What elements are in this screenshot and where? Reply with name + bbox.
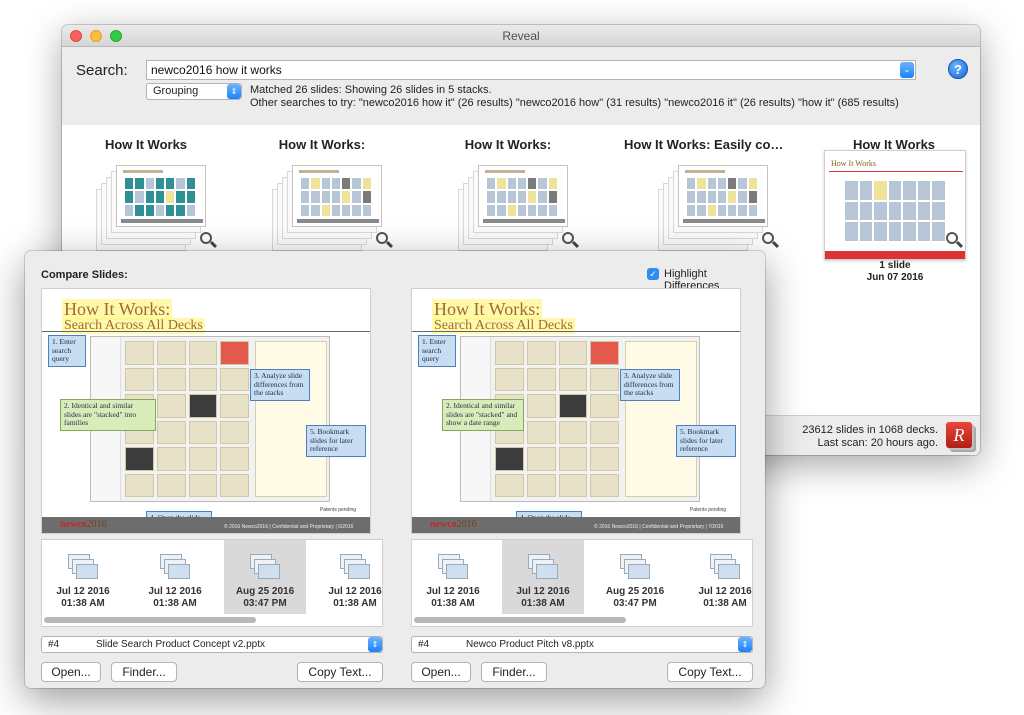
slide-title: How It Works: xyxy=(432,299,543,320)
version-thumb[interactable]: Jul 12 2016 01:38 AM xyxy=(42,540,124,614)
brand-logo: newco2016 xyxy=(430,519,477,530)
match-summary: Matched 26 slides: Showing 26 slides in … xyxy=(250,84,492,96)
compare-pane-right: How It Works: Search Across All Decks 1.… xyxy=(411,288,753,684)
deck-file-name: Newco Product Pitch v8.pptx xyxy=(466,639,594,650)
callout-3: 3. Analyze slide differences from the st… xyxy=(620,369,680,401)
copy-text-button[interactable]: Copy Text... xyxy=(297,662,383,682)
title-bar[interactable]: Reveal xyxy=(62,25,980,47)
stacked-slide-card xyxy=(292,165,382,227)
slide-stack-icon xyxy=(160,554,190,580)
horizontal-scrollbar[interactable] xyxy=(414,617,626,623)
slide-number: #4 xyxy=(48,639,60,650)
open-button[interactable]: Open... xyxy=(41,662,101,682)
stack-title: How It Works: xyxy=(278,137,366,152)
slide-footer: © 2016 Newco2016 | Confidential and Prop… xyxy=(594,524,724,530)
search-history-dropdown[interactable]: ⌄ xyxy=(900,62,914,78)
slide-count-status: 23612 slides in 1068 decks. xyxy=(802,424,938,436)
version-thumb-selected[interactable]: Aug 25 2016 03:47 PM xyxy=(224,540,306,614)
zoom-icon[interactable] xyxy=(376,232,394,250)
zoom-icon[interactable] xyxy=(762,232,780,250)
callout-2: 2. Identical and similar slides are "sta… xyxy=(60,399,156,431)
stack-title: How It Works xyxy=(104,137,188,152)
version-thumb[interactable]: Aug 25 2016 03:47 PM xyxy=(594,540,676,614)
stacked-slide-card xyxy=(478,165,568,227)
chevron-updown-icon: ⇕ xyxy=(368,637,382,652)
chevron-updown-icon: ⇕ xyxy=(227,84,241,99)
stack-title: How It Works: xyxy=(464,137,552,152)
slide-stack-pile[interactable] xyxy=(96,165,206,251)
slide-preview[interactable]: How It Works: Search Across All Decks 1.… xyxy=(41,288,371,534)
stack-date: Jun 07 2016 xyxy=(866,272,924,283)
compare-pane-left: How It Works: Search Across All Decks 1.… xyxy=(41,288,383,684)
search-suggestions[interactable]: Other searches to try: "newco2016 how it… xyxy=(250,97,899,109)
callout-1: 1. Enter search query xyxy=(48,335,86,367)
grouping-value: Grouping xyxy=(153,85,199,97)
version-thumb-selected[interactable]: Jul 12 2016 01:38 AM xyxy=(502,540,584,614)
finder-button[interactable]: Finder... xyxy=(111,662,177,682)
slide-footer: © 2016 Newco2016 | Confidential and Prop… xyxy=(224,524,354,530)
grouping-select[interactable]: Grouping ⇕ xyxy=(146,83,242,100)
slide-stack-icon xyxy=(528,554,558,580)
slide-stack-icon xyxy=(710,554,740,580)
slide-stack-icon xyxy=(340,554,370,580)
brand-logo: newco2016 xyxy=(60,519,107,530)
horizontal-scrollbar[interactable] xyxy=(44,617,256,623)
deck-file-select[interactable]: #4 Slide Search Product Concept v2.pptx … xyxy=(41,636,383,653)
slide-preview[interactable]: How It Works: Search Across All Decks 1.… xyxy=(411,288,741,534)
callout-5: 5. Bookmark slides for later reference xyxy=(306,425,366,457)
version-thumb[interactable]: Jul 12 2016 01:38 AM xyxy=(412,540,494,614)
version-thumb[interactable]: Jul 12 2016 01:38 AM xyxy=(314,540,382,614)
stacked-slide-card xyxy=(116,165,206,227)
highlight-differences-checkbox[interactable]: ✓ xyxy=(647,268,659,280)
zoom-icon[interactable] xyxy=(562,232,580,250)
version-thumb[interactable]: Jul 12 2016 01:38 AM xyxy=(684,540,752,614)
slide-stack-icon xyxy=(68,554,98,580)
single-slide-thumbnail[interactable]: How It Works xyxy=(824,150,966,260)
version-thumbnails[interactable]: Jul 12 2016 01:38 AM Jul 12 2016 01:38 A… xyxy=(411,539,753,627)
slide-title: How It Works xyxy=(831,159,876,168)
search-label: Search: xyxy=(76,62,128,79)
callout-1: 1. Enter search query xyxy=(418,335,456,367)
search-input[interactable] xyxy=(146,60,916,80)
slide-diagram xyxy=(845,181,945,241)
compare-label: Compare Slides: xyxy=(41,269,128,281)
copy-text-button[interactable]: Copy Text... xyxy=(667,662,753,682)
chevron-updown-icon: ⇕ xyxy=(738,637,752,652)
slide-stack-pile[interactable] xyxy=(658,165,768,251)
reveal-app-icon[interactable]: R xyxy=(946,422,972,448)
version-thumb[interactable]: Jul 12 2016 01:38 AM xyxy=(134,540,216,614)
slide-stack-icon xyxy=(250,554,280,580)
zoom-icon[interactable] xyxy=(200,232,218,250)
patent-note: Patents pending xyxy=(689,507,726,513)
stacked-slide-card xyxy=(678,165,768,227)
last-scan-status: Last scan: 20 hours ago. xyxy=(817,437,938,449)
patent-note: Patents pending xyxy=(319,507,356,513)
window-title: Reveal xyxy=(502,29,540,43)
deck-file-name: Slide Search Product Concept v2.pptx xyxy=(96,639,265,650)
slide-stack-pile[interactable] xyxy=(458,165,568,251)
version-thumbnails[interactable]: Jul 12 2016 01:38 AM Jul 12 2016 01:38 A… xyxy=(41,539,383,627)
slide-stack-pile[interactable] xyxy=(272,165,382,251)
stack-slide-count: 1 slide xyxy=(879,260,911,271)
slide-stack-icon xyxy=(620,554,650,580)
finder-button[interactable]: Finder... xyxy=(481,662,547,682)
callout-2: 2. Identical and similar slides are "sta… xyxy=(442,399,524,431)
callout-3: 3. Analyze slide differences from the st… xyxy=(250,369,310,401)
slide-stack-icon xyxy=(438,554,468,580)
stack-title: How It Works: Easily com... xyxy=(624,137,792,152)
callout-5: 5. Bookmark slides for later reference xyxy=(676,425,736,457)
deck-file-select[interactable]: #4 Newco Product Pitch v8.pptx ⇕ xyxy=(411,636,753,653)
open-button[interactable]: Open... xyxy=(411,662,471,682)
slide-title: How It Works: xyxy=(62,299,173,320)
slide-number: #4 xyxy=(418,639,430,650)
zoom-icon[interactable] xyxy=(946,232,964,250)
help-icon[interactable]: ? xyxy=(948,59,968,79)
compare-slides-panel: Compare Slides: ✓ Highlight Differences … xyxy=(25,251,765,688)
